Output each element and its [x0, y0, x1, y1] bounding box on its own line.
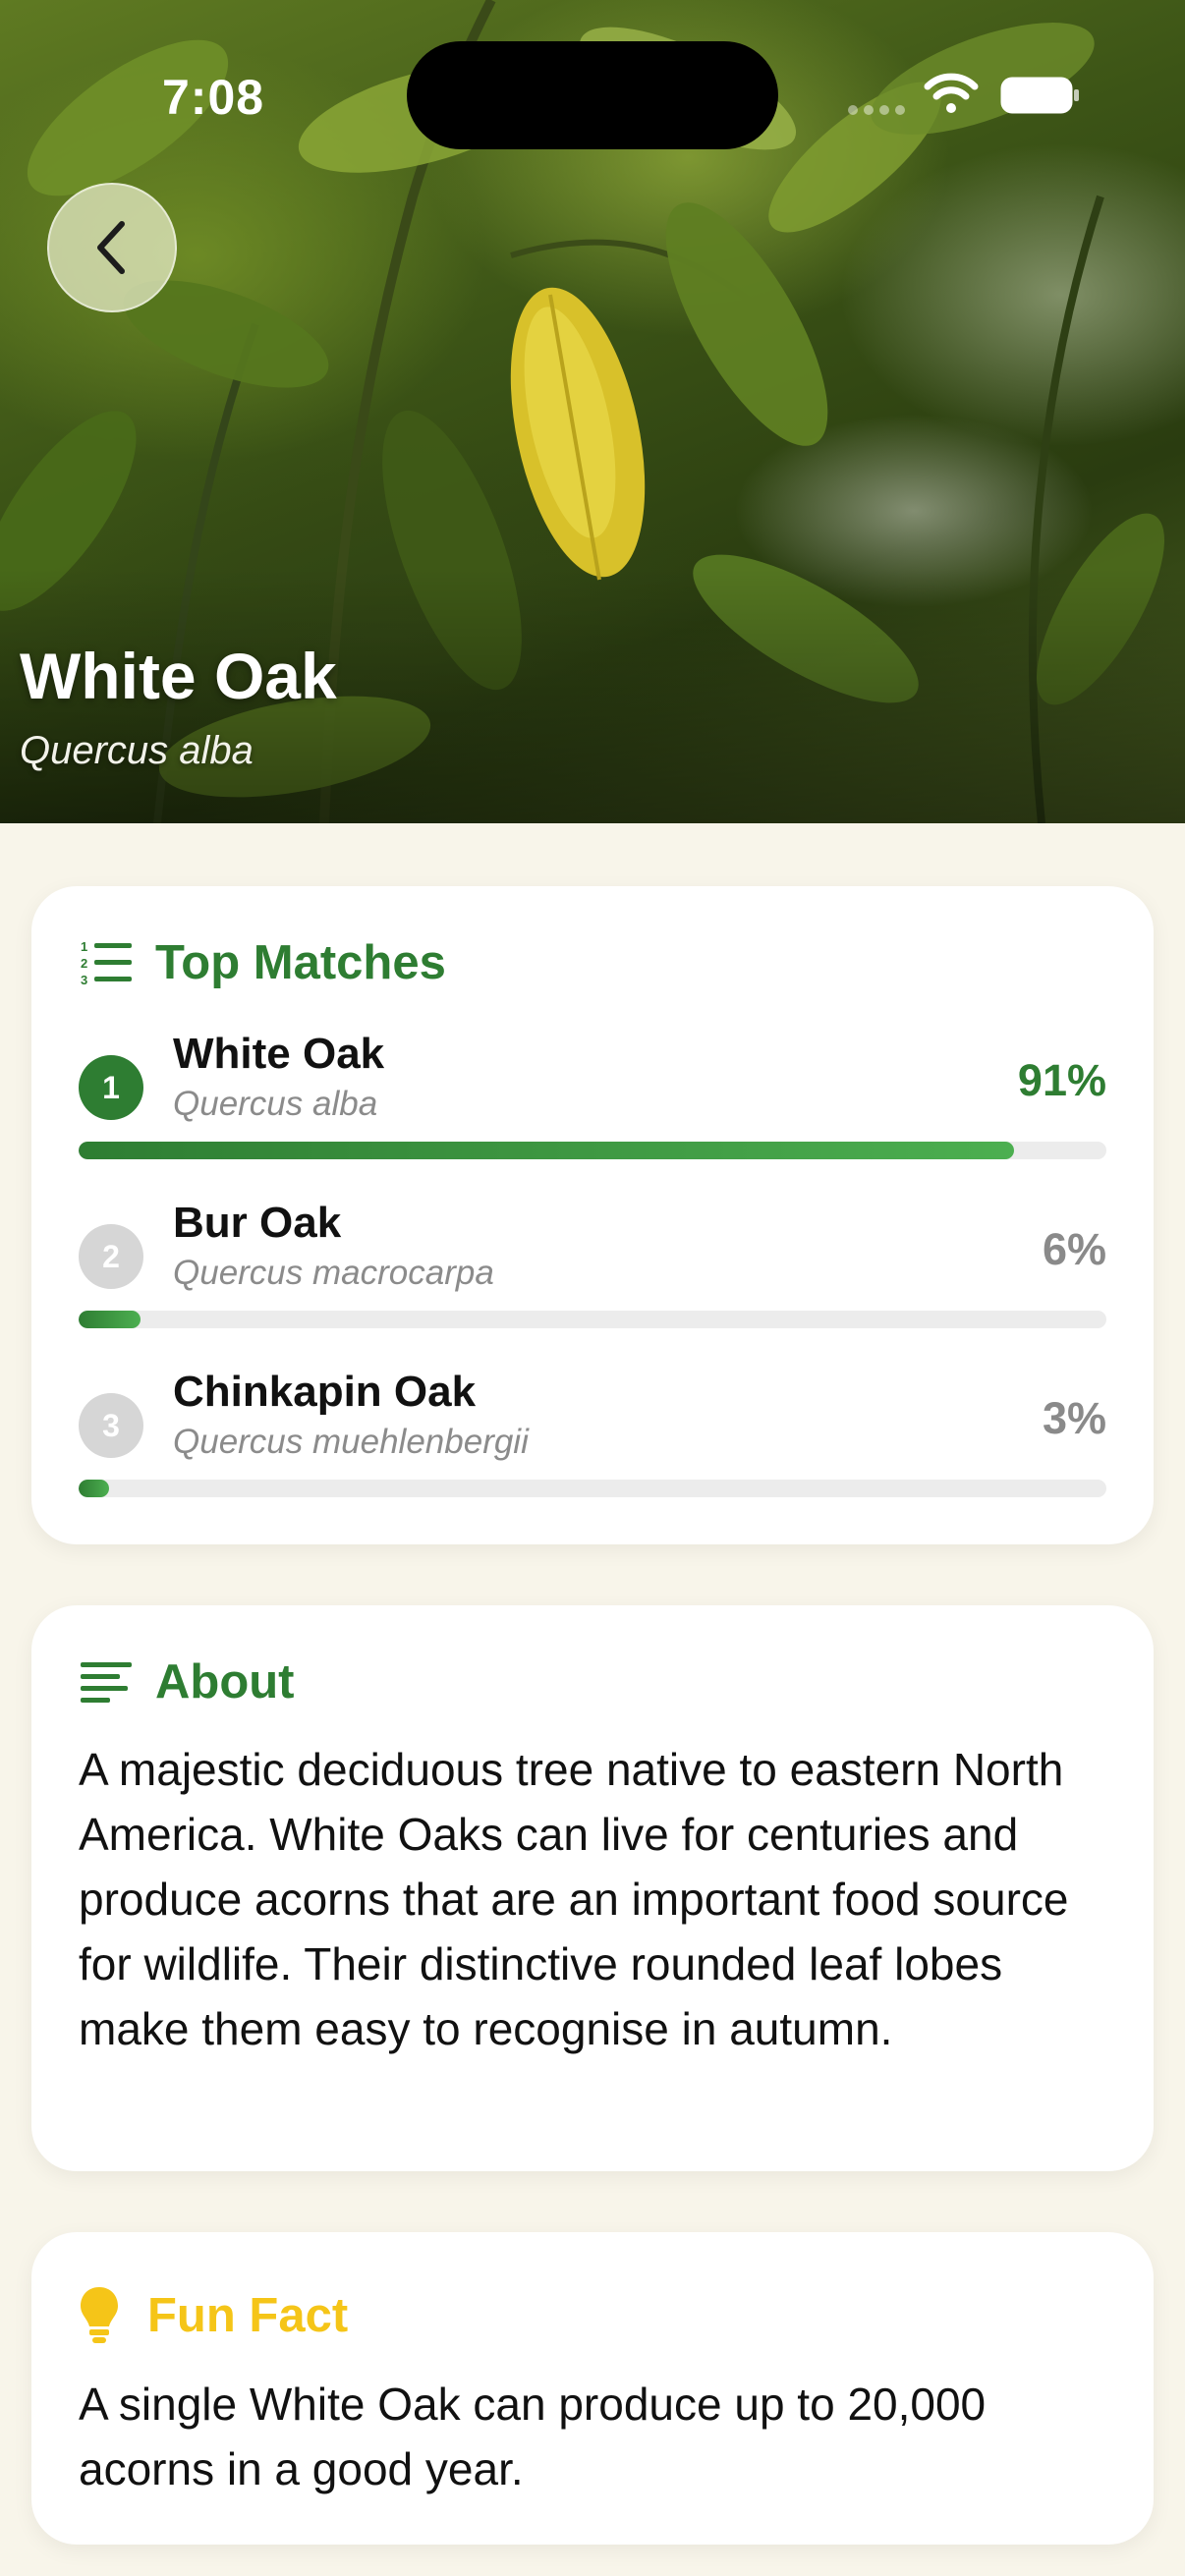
- about-card: About A majestic deciduous tree native t…: [31, 1605, 1154, 2171]
- confidence-fill: [79, 1311, 141, 1328]
- dynamic-island: [407, 41, 778, 149]
- match-percent: 91%: [1017, 1055, 1106, 1105]
- match-row[interactable]: 2 Bur Oak Quercus macrocarpa 6%: [31, 1193, 1154, 1340]
- about-header: About: [79, 1654, 295, 1709]
- rank-badge: 2: [79, 1224, 143, 1289]
- match-scientific-name: Quercus macrocarpa: [173, 1254, 494, 1292]
- species-title: White Oak: [20, 640, 337, 712]
- svg-text:2: 2: [81, 956, 87, 971]
- rank-badge: 1: [79, 1055, 143, 1120]
- species-scientific-name: Quercus alba: [20, 729, 254, 772]
- match-percent: 6%: [1042, 1224, 1106, 1274]
- fun-fact-title: Fun Fact: [147, 2289, 349, 2342]
- confidence-bar: [79, 1142, 1106, 1159]
- match-name: Bur Oak: [173, 1199, 342, 1247]
- match-percent: 3%: [1042, 1393, 1106, 1443]
- match-name: White Oak: [173, 1030, 385, 1078]
- back-button[interactable]: [47, 183, 177, 312]
- top-matches-header: 1 2 3 Top Matches: [79, 935, 446, 990]
- match-row[interactable]: 1 White Oak Quercus alba 91%: [31, 1024, 1154, 1171]
- cellular-signal-icon: [848, 105, 905, 115]
- text-lines-icon: [81, 1662, 132, 1703]
- numbered-list-icon: 1 2 3: [81, 939, 132, 987]
- match-scientific-name: Quercus alba: [173, 1085, 378, 1123]
- wifi-icon: [924, 73, 979, 113]
- fun-fact-header: Fun Fact: [79, 2285, 348, 2346]
- about-title: About: [155, 1655, 295, 1708]
- fun-fact-text: A single White Oak can produce up to 20,…: [79, 2379, 987, 2494]
- lightbulb-icon: [81, 2287, 118, 2343]
- confidence-bar: [79, 1311, 1106, 1328]
- battery-icon: [1000, 77, 1079, 114]
- top-matches-title: Top Matches: [155, 936, 446, 989]
- status-time: 7:08: [162, 70, 265, 125]
- confidence-fill: [79, 1142, 1014, 1159]
- chevron-left-icon: [97, 221, 125, 274]
- match-scientific-name: Quercus muehlenbergii: [173, 1423, 529, 1461]
- match-row[interactable]: 3 Chinkapin Oak Quercus muehlenbergii 3%: [31, 1362, 1154, 1509]
- confidence-fill: [79, 1480, 110, 1497]
- hero-image: 7:08 White Oak Quercus alba: [0, 0, 1185, 823]
- rank-badge: 3: [79, 1393, 143, 1458]
- svg-text:3: 3: [81, 973, 87, 987]
- top-matches-card: 1 2 3 Top Matches 1 White Oak Quercus al…: [31, 886, 1154, 1544]
- confidence-bar: [79, 1480, 1106, 1497]
- match-name: Chinkapin Oak: [173, 1368, 477, 1416]
- svg-text:1: 1: [81, 939, 87, 954]
- about-text: A majestic deciduous tree native to east…: [79, 1744, 1069, 2054]
- fun-fact-card: Fun Fact A single White Oak can produce …: [31, 2232, 1154, 2545]
- status-bar: 7:08: [0, 0, 1185, 187]
